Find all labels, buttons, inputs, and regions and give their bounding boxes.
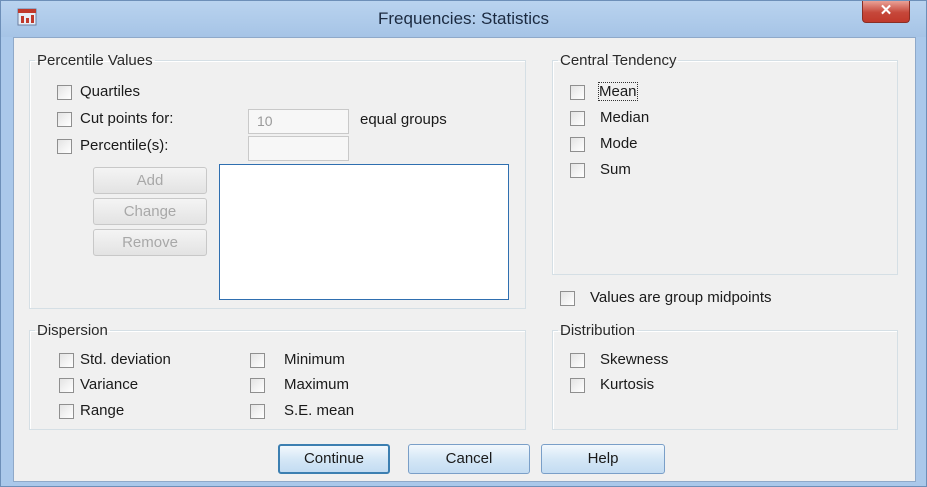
change-button[interactable]: Change	[93, 198, 207, 225]
se-mean-label: S.E. mean	[284, 402, 355, 419]
variance-checkbox[interactable]	[59, 378, 74, 393]
dialog-body: Percentile Values Quartiles Cut points f…	[13, 37, 916, 482]
title-bar[interactable]: Frequencies: Statistics ✕	[1, 1, 926, 37]
maximum-checkbox[interactable]	[250, 378, 265, 393]
minimum-checkbox[interactable]	[250, 353, 265, 368]
maximum-label: Maximum	[284, 376, 350, 393]
group-midpoints-label: Values are group midpoints	[590, 289, 772, 306]
median-checkbox[interactable]	[570, 111, 585, 126]
minimum-label: Minimum	[284, 351, 345, 368]
kurtosis-checkbox[interactable]	[570, 378, 585, 393]
std-deviation-checkbox[interactable]	[59, 353, 74, 368]
cut-points-checkbox[interactable]	[57, 112, 72, 127]
help-button[interactable]: Help	[541, 444, 665, 474]
percentile-listbox[interactable]	[219, 164, 509, 300]
range-label: Range	[80, 402, 125, 419]
central-tendency-label: Central Tendency	[560, 52, 677, 69]
skewness-checkbox[interactable]	[570, 353, 585, 368]
dispersion-label: Dispersion	[37, 322, 108, 339]
kurtosis-label: Kurtosis	[600, 376, 655, 393]
group-midpoints-checkbox[interactable]	[560, 291, 575, 306]
quartiles-label: Quartiles	[80, 83, 141, 100]
quartiles-checkbox[interactable]	[57, 85, 72, 100]
se-mean-checkbox[interactable]	[250, 404, 265, 419]
percentiles-label: Percentile(s):	[80, 137, 169, 154]
cut-points-input[interactable]: 10	[248, 109, 349, 134]
sum-label: Sum	[600, 161, 631, 178]
mean-label: Mean	[598, 82, 638, 101]
window-title: Frequencies: Statistics	[377, 9, 549, 28]
percentiles-checkbox[interactable]	[57, 139, 72, 154]
sum-checkbox[interactable]	[570, 163, 585, 178]
add-button[interactable]: Add	[93, 167, 207, 194]
skewness-label: Skewness	[600, 351, 669, 368]
range-checkbox[interactable]	[59, 404, 74, 419]
equal-groups-label: equal groups	[360, 111, 447, 128]
percentile-values-label: Percentile Values	[37, 52, 153, 69]
close-button[interactable]: ✕	[862, 1, 910, 23]
variance-label: Variance	[80, 376, 139, 393]
mode-label: Mode	[600, 135, 638, 152]
cancel-button[interactable]: Cancel	[408, 444, 530, 474]
continue-button[interactable]: Continue	[278, 444, 390, 474]
distribution-label: Distribution	[560, 322, 636, 339]
remove-button[interactable]: Remove	[93, 229, 207, 256]
mode-checkbox[interactable]	[570, 137, 585, 152]
std-deviation-label: Std. deviation	[80, 351, 171, 368]
cut-points-label: Cut points for:	[80, 110, 174, 127]
dialog-window: Frequencies: Statistics ✕ Percentile Val…	[0, 0, 927, 487]
mean-checkbox[interactable]	[570, 85, 585, 100]
median-label: Median	[600, 109, 650, 126]
percentiles-input[interactable]	[248, 136, 349, 161]
